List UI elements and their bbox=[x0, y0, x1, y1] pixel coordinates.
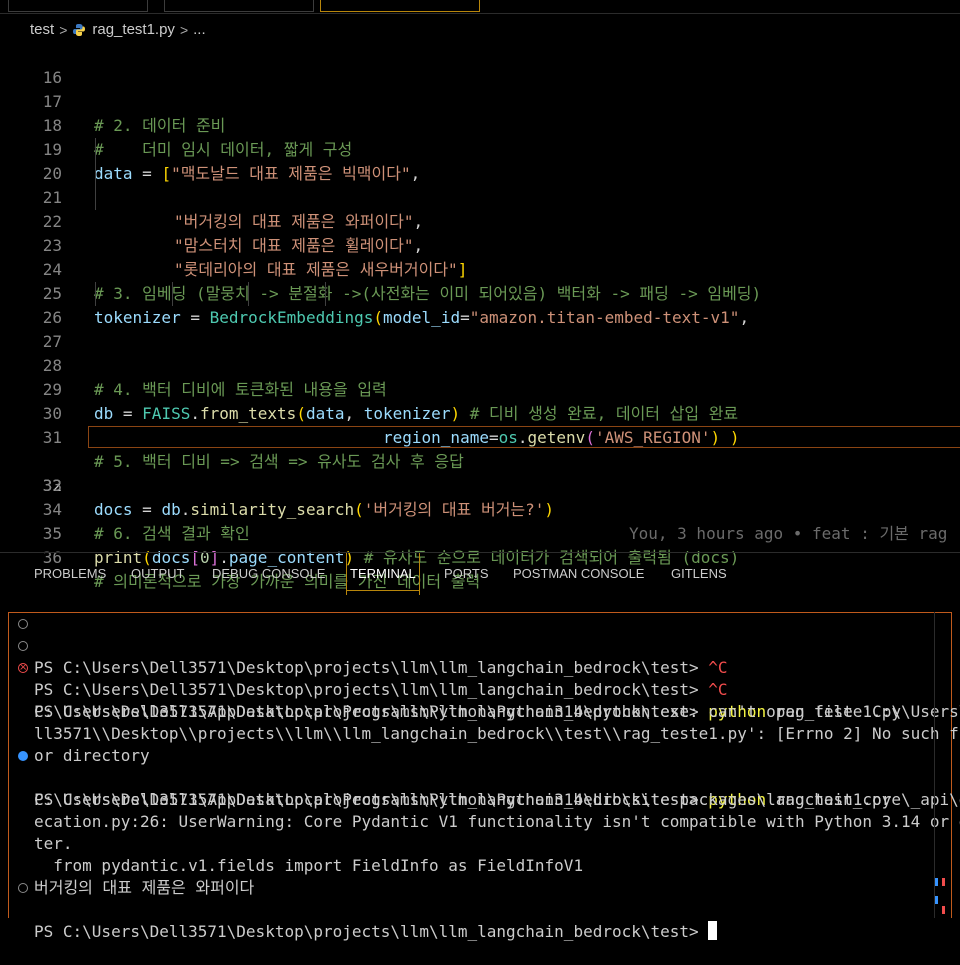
indent-guide bbox=[95, 282, 96, 306]
python-file-icon bbox=[72, 23, 86, 37]
terminal-line: or directory bbox=[9, 723, 949, 765]
code-line: 25 tokenizer = BedrockEmbeddings(model_i… bbox=[0, 258, 960, 327]
terminal-scrollbar[interactable] bbox=[934, 612, 935, 918]
terminal-line: ll3571\\Desktop\\projects\\llm\\llm_lang… bbox=[9, 701, 960, 743]
editor-tab-strip bbox=[0, 0, 960, 14]
code-line: 28 # 4. 백터 디비에 토큰화된 내용을 입력 bbox=[0, 330, 960, 399]
code-line: 21 "맘스터치 대표 제품은 휠레이다", bbox=[0, 162, 960, 255]
terminal-prompt: PS C:\Users\Dell3571\Desktop\projects\ll… bbox=[34, 922, 709, 941]
tab-debug-console[interactable]: DEBUG CONSOLE bbox=[212, 553, 325, 595]
terminal-line: C:\Users\Dell3571\AppData\Local\Programs… bbox=[9, 767, 960, 809]
code-line: 31 # 5. 백터 디비 => 검색 => 유사도 검사 후 응답 bbox=[0, 402, 960, 471]
terminal-line: PS C:\Users\Dell3571\Desktop\projects\ll… bbox=[9, 877, 949, 941]
command-decoration-icon[interactable] bbox=[18, 883, 28, 893]
terminal-line: PS C:\Users\Dell3571\Desktop\projects\ll… bbox=[9, 657, 949, 721]
code-line: 18 # 더미 임시 데이터, 짧게 구성 bbox=[0, 90, 960, 159]
breadcrumb-file[interactable]: rag_test1.py bbox=[92, 21, 175, 38]
code-line: 33 bbox=[0, 450, 960, 495]
indent-guide bbox=[95, 162, 96, 186]
code-line: 27 bbox=[0, 306, 960, 351]
indent-guide bbox=[248, 282, 249, 306]
terminal-view[interactable]: PS C:\Users\Dell3571\Desktop\projects\ll… bbox=[8, 612, 960, 941]
chevron-right-icon: > bbox=[179, 21, 189, 38]
code-line: 23 bbox=[0, 210, 960, 255]
indent-guide bbox=[95, 138, 96, 162]
tab-problems[interactable]: PROBLEMS bbox=[34, 553, 106, 595]
terminal-line: PS C:\Users\Dell3571\Desktop\projects\ll… bbox=[9, 613, 949, 677]
tab-ports[interactable]: PORTS bbox=[444, 553, 489, 595]
command-decoration-icon[interactable] bbox=[18, 641, 28, 651]
code-line: 36 # 의미론적으로 가장 가까운 의미를 가진 데이터 출력 bbox=[0, 522, 960, 591]
code-line: 34 # 6. 검색 결과 확인 bbox=[0, 474, 960, 543]
code-line: 22 "롯데리아의 대표 제품은 새우버거이다"] bbox=[0, 186, 960, 279]
code-editor[interactable]: 16 17 # 2. 데이터 준비 18 # 더미 임시 데이터, 짧게 구성 … bbox=[0, 42, 960, 591]
tab-output[interactable]: OUTPUT bbox=[131, 553, 184, 595]
terminal-line: 버거킹의 대표 제품은 와퍼이다 bbox=[9, 855, 949, 897]
code-line: 16 bbox=[0, 42, 960, 87]
terminal-line: PS C:\Users\Dell3571\Desktop\projects\ll… bbox=[9, 635, 949, 699]
chevron-right-icon: > bbox=[59, 21, 68, 38]
code-line: 20 "버거킹의 대표 제품은 와퍼이다", bbox=[0, 138, 960, 231]
code-line: 35 print(docs[0].page_content) # 유사도 순으로… bbox=[0, 498, 960, 567]
command-decoration-icon[interactable] bbox=[18, 619, 28, 629]
indent-guide bbox=[325, 282, 326, 306]
code-line: 26 region_name=os.getenv('AWS_REGION') ) bbox=[0, 282, 960, 447]
terminal-line: ecation.py:26: UserWarning: Core Pydanti… bbox=[9, 789, 960, 831]
code-line-current: 32 docs = db.similarity_search('버거킹의 대표 … bbox=[0, 426, 960, 543]
command-success-icon[interactable] bbox=[18, 751, 28, 761]
terminal-line: ter. bbox=[9, 811, 949, 853]
scrollbar-marker bbox=[942, 878, 945, 886]
terminal-cursor bbox=[708, 921, 718, 940]
scrollbar-marker bbox=[935, 878, 938, 886]
code-line: 24 # 3. 임베딩 (말뭉치 -> 분절화 ->(사전화는 이미 되어있음)… bbox=[0, 234, 960, 303]
tab-gitlens[interactable]: GITLENS bbox=[671, 553, 727, 595]
code-line: 17 # 2. 데이터 준비 bbox=[0, 66, 960, 135]
scrollbar-marker bbox=[942, 906, 945, 914]
breadcrumb: test > rag_test1.py > ... bbox=[0, 14, 960, 45]
breadcrumb-folder[interactable]: test bbox=[30, 21, 54, 38]
scrollbar-marker bbox=[935, 896, 938, 904]
indent-guide bbox=[95, 186, 96, 210]
current-line-highlight bbox=[88, 426, 960, 448]
editor-tab-active[interactable] bbox=[320, 0, 480, 12]
terminal-line: from pydantic.v1.fields import FieldInfo… bbox=[9, 833, 949, 875]
indent-guide bbox=[172, 282, 173, 306]
editor-tab[interactable] bbox=[8, 0, 148, 12]
code-line: 19 data = ["맥도날드 대표 제품은 빅맥이다", bbox=[0, 114, 960, 183]
terminal-line: PS C:\Users\Dell3571\Desktop\projects\ll… bbox=[9, 745, 949, 809]
panel-tab-bar: PROBLEMS OUTPUT DEBUG CONSOLE TERMINAL P… bbox=[0, 553, 960, 595]
code-line: 30 bbox=[0, 378, 960, 423]
tab-terminal[interactable]: TERMINAL bbox=[346, 553, 420, 595]
editor-tab[interactable] bbox=[164, 0, 314, 12]
command-error-icon[interactable] bbox=[18, 657, 28, 679]
breadcrumb-more[interactable]: ... bbox=[193, 21, 206, 38]
code-line: 29 db = FAISS.from_texts(data, tokenizer… bbox=[0, 354, 960, 423]
terminal-line: C:\Users\Dell3571\AppData\Local\Programs… bbox=[9, 679, 960, 721]
tab-postman-console[interactable]: POSTMAN CONSOLE bbox=[513, 553, 644, 595]
